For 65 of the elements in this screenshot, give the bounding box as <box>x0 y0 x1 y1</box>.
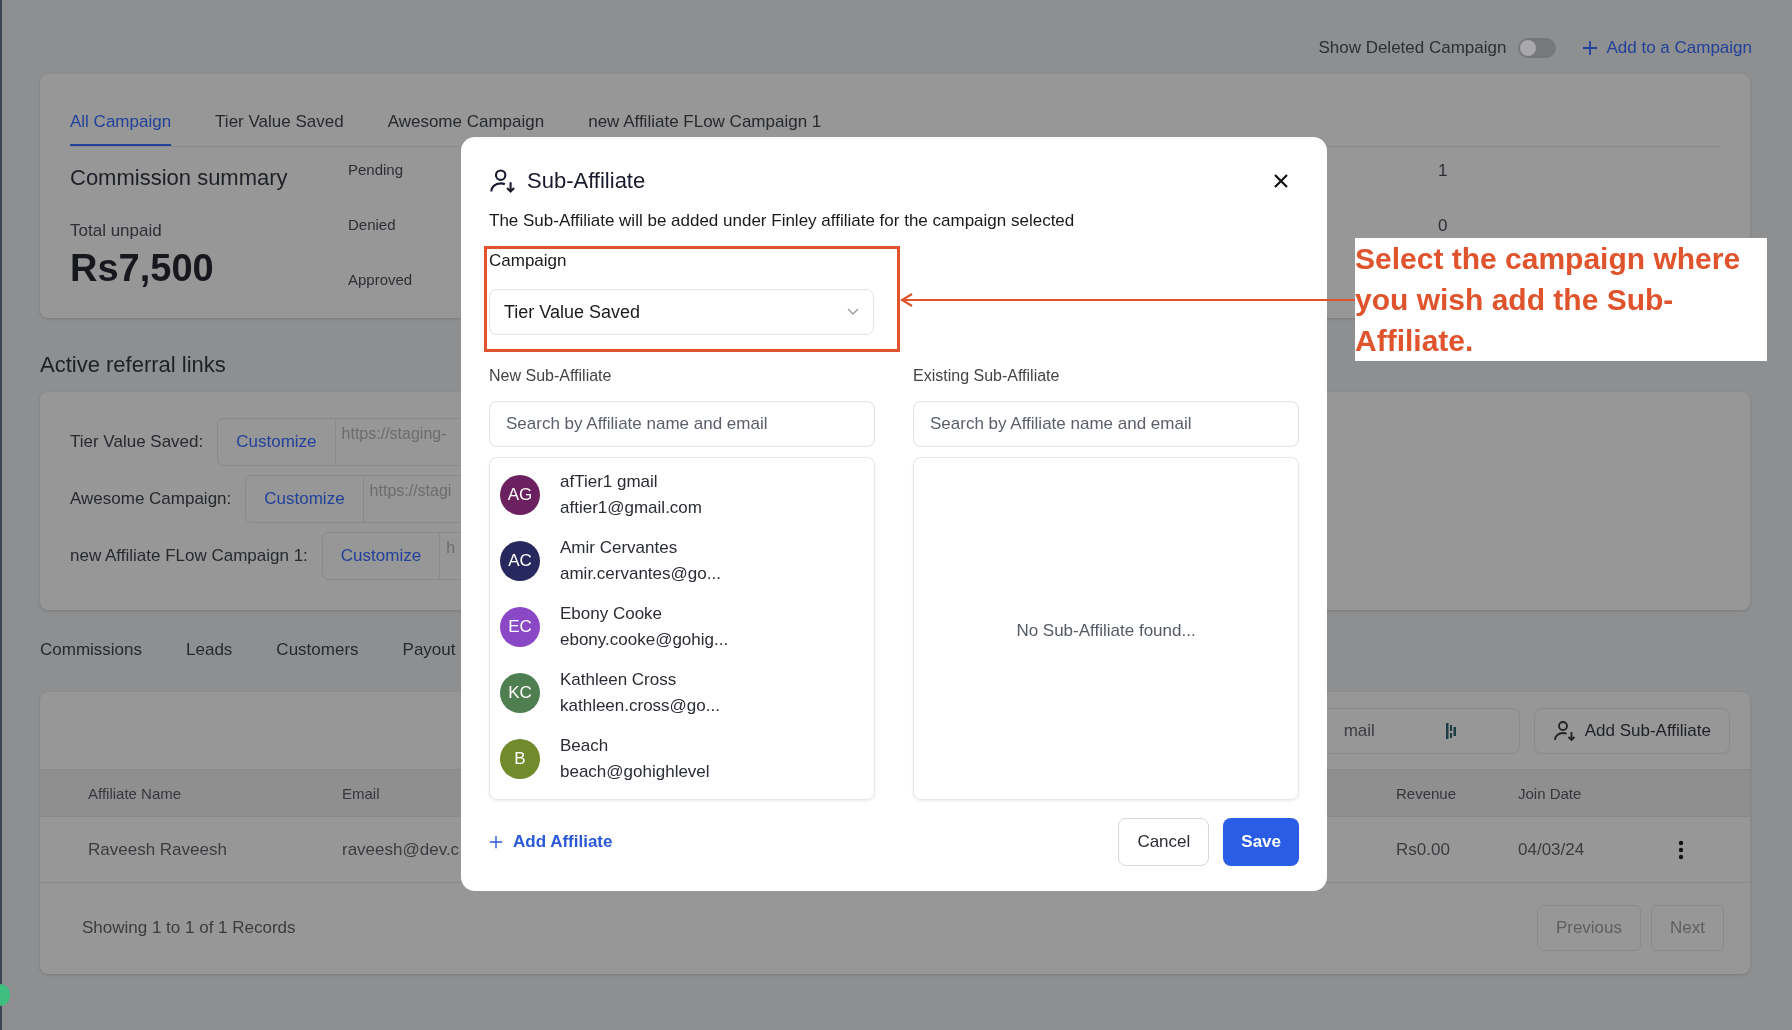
avatar: AC <box>500 541 540 581</box>
close-icon[interactable] <box>1273 173 1289 189</box>
campaign-tab[interactable]: Tier Value Saved <box>215 112 344 146</box>
affiliate-item[interactable]: EC Ebony Cooke ebony.cooke@gohig... <box>490 594 874 660</box>
plus-icon <box>489 835 503 849</box>
customize-button[interactable]: Customize <box>218 419 336 465</box>
avatar: AG <box>500 475 540 515</box>
toggle-label: Show Deleted Campaign <box>1318 38 1507 58</box>
section-tab[interactable]: Commissions <box>40 640 143 692</box>
add-sub-affiliate-button[interactable]: Add Sub-Affiliate <box>1533 707 1730 754</box>
column-header: Affiliate Name <box>88 784 182 802</box>
customize-button[interactable]: Customize <box>246 476 364 522</box>
column-header: Join Date <box>1518 784 1582 802</box>
plus-icon <box>1582 40 1599 56</box>
toggle-switch[interactable] <box>1518 38 1557 58</box>
more-icon[interactable] <box>1678 839 1684 860</box>
status-label: Denied <box>348 216 396 233</box>
save-button[interactable]: Save <box>1223 818 1299 866</box>
modal-title: Sub-Affiliate <box>527 168 647 194</box>
search-field[interactable]: Search by Affiliate name and email <box>489 401 875 447</box>
user-add-icon <box>1552 718 1577 743</box>
total-label: Total unpaid <box>70 221 163 241</box>
affiliate-item[interactable]: AC Amir Cervantes amir.cervantes@go... <box>490 528 874 594</box>
table-cell: Rs0.00 <box>1396 839 1450 860</box>
campaign-label: Tier Value Saved: <box>70 432 204 452</box>
status-count: 0 <box>1438 216 1448 236</box>
column-header: Revenue <box>1396 784 1457 802</box>
avatar: EC <box>500 607 540 647</box>
campaign-tab[interactable]: All Campaign <box>70 112 172 146</box>
columns-icon <box>1444 721 1457 740</box>
summary-title: Commission summary <box>70 165 289 191</box>
status-label: Pending <box>348 161 404 178</box>
customize-button[interactable]: Customize <box>322 533 441 579</box>
empty-message: No Sub-Affiliate found... <box>1016 620 1196 641</box>
add-affiliate-link[interactable]: Add Affiliate <box>489 832 613 852</box>
column-header: Email <box>342 784 380 802</box>
add-campaign-link[interactable]: Add to a Campaign <box>1582 38 1752 58</box>
cancel-button[interactable]: Cancel <box>1118 818 1210 866</box>
panel-label: Existing Sub-Affiliate <box>913 367 1061 386</box>
section-title: Active referral links <box>40 352 226 377</box>
campaign-select[interactable]: Tier Value Saved <box>489 289 874 335</box>
campaign-label: new Affiliate FLow Campaign 1: <box>70 546 308 566</box>
records-text: Showing 1 to 1 of 1 Records <box>82 918 296 938</box>
panel-label: New Sub-Affiliate <box>489 367 613 386</box>
affiliate-item[interactable]: KC Kathleen Cross kathleen.cross@go... <box>490 660 874 726</box>
annotation-text: Select the campaign where you wish add the Sub-Affiliate. <box>1355 238 1767 361</box>
user-add-icon <box>489 167 517 195</box>
section-tab[interactable]: Leads <box>186 640 233 692</box>
chevron-down-icon <box>847 308 859 316</box>
status-label: Approved <box>348 271 413 288</box>
status-count: 1 <box>1438 161 1448 181</box>
affiliate-item[interactable]: B Beach beach@gohighlevel <box>490 726 874 792</box>
table-cell: Raveesh Raveesh <box>88 839 227 860</box>
modal-description: The Sub-Affiliate will be added under Finley affiliate for the campaign selected <box>489 211 1076 231</box>
campaign-label: Awesome Campaign: <box>70 489 232 509</box>
avatar: KC <box>500 673 540 713</box>
affiliate-item[interactable]: AG afTier1 gmail aftier1@gmail.com <box>490 462 874 528</box>
section-tab[interactable]: Payout <box>402 640 456 692</box>
table-cell: raveesh@dev.c <box>342 839 460 860</box>
search-field[interactable]: Search by Affiliate name and email <box>913 401 1299 447</box>
field-label: Campaign <box>489 251 568 272</box>
table-cell: 04/03/24 <box>1518 839 1585 860</box>
total-value: Rs7,500 <box>70 247 215 290</box>
avatar: B <box>500 739 540 779</box>
section-tab[interactable]: Customers <box>276 640 359 692</box>
